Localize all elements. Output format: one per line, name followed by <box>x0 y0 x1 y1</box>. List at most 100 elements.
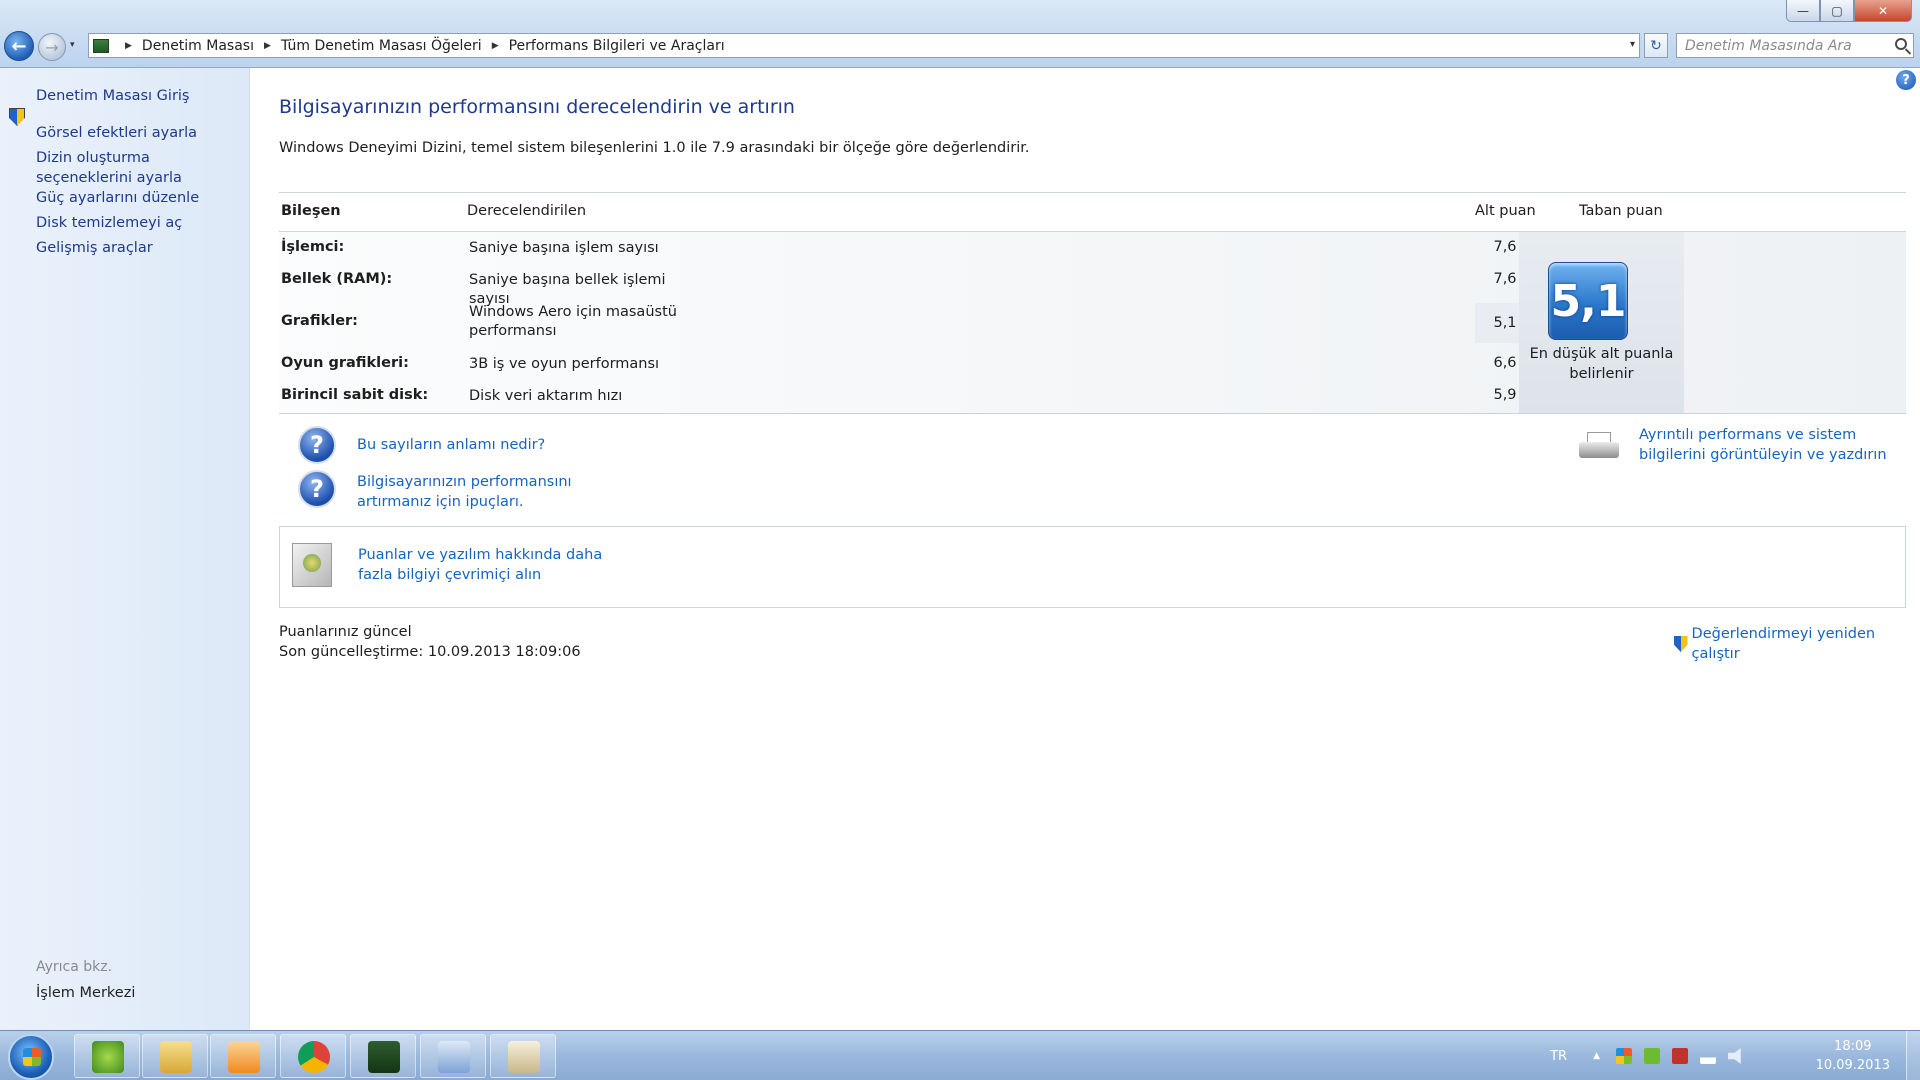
online-info-box: Puanlar ve yazılım hakkında daha fazla b… <box>279 526 1906 608</box>
search-input[interactable] <box>1677 34 1877 57</box>
breadcrumb-separator[interactable]: ▶ <box>264 41 271 51</box>
page-description: Windows Deneyimi Dizini, temel sistem bi… <box>279 140 1030 156</box>
media-player-icon <box>228 1041 260 1073</box>
utorrent-icon <box>92 1041 124 1073</box>
printer-body <box>1579 442 1619 458</box>
question-icon: ? <box>298 426 336 464</box>
breadcrumb-item-control-panel[interactable]: Denetim Masası <box>142 38 254 54</box>
search-icon[interactable] <box>1895 38 1907 50</box>
meaning-link[interactable]: Bu sayıların anlamı nedir? <box>357 435 545 455</box>
header-component: Bileşen <box>281 203 341 219</box>
close-button[interactable]: ✕ <box>1854 0 1912 22</box>
status-last-update: Son güncelleştirme: 10.09.2013 18:09:06 <box>279 644 581 660</box>
clock-date: 10.09.2013 <box>1815 1058 1890 1073</box>
minimize-button[interactable]: — <box>1786 0 1820 22</box>
show-desktop-button[interactable] <box>1906 1031 1920 1080</box>
row-component: İşlemci: <box>281 239 345 255</box>
row-rated: Windows Aero için masaüstü performansı <box>469 304 677 339</box>
tips-link[interactable]: Bilgisayarınızın performansını artırmanı… <box>357 472 647 512</box>
clock-time: 18:09 <box>1834 1039 1872 1054</box>
breadcrumb-separator[interactable]: ▶ <box>492 41 499 51</box>
volume-icon[interactable] <box>1728 1048 1741 1064</box>
status-current: Puanlarınız güncel <box>279 624 412 640</box>
search-box[interactable] <box>1676 33 1914 58</box>
address-dropdown-icon[interactable]: ▾ <box>1630 39 1635 50</box>
base-score-caption: En düşük alt puanla belirlenir <box>1529 346 1674 382</box>
sidebar-item-power[interactable]: Güç ayarlarını düzenle <box>36 188 246 208</box>
row-component: Birincil sabit disk: <box>281 387 429 403</box>
table-row: Birincil sabit disk: Disk veri aktarım h… <box>279 387 1519 417</box>
back-arrow-icon[interactable]: ← <box>4 31 34 61</box>
language-indicator[interactable]: TR <box>1550 1049 1567 1064</box>
monitor-app-icon <box>368 1041 400 1073</box>
shield-icon <box>1674 636 1688 652</box>
breadcrumb-separator[interactable]: ▶ <box>125 41 132 51</box>
sidebar-item-action-center[interactable]: İşlem Merkezi <box>36 983 246 1003</box>
tray-expand-icon[interactable]: ▲ <box>1593 1051 1600 1061</box>
explorer-folder-icon <box>160 1041 192 1073</box>
control-panel-icon <box>438 1041 470 1073</box>
taskbar-chrome[interactable] <box>280 1034 346 1078</box>
question-icon: ? <box>298 470 336 508</box>
breadcrumb[interactable]: ▶ Denetim Masası ▶ Tüm Denetim Masası Öğ… <box>88 33 1640 58</box>
paint-icon <box>508 1041 540 1073</box>
header-subscore: Alt puan <box>1475 203 1536 219</box>
rerun-assessment[interactable]: Değerlendirmeyi yeniden çalıştır <box>1674 624 1920 664</box>
maximize-button[interactable]: ▢ <box>1820 0 1854 22</box>
taskbar-explorer[interactable] <box>142 1034 208 1078</box>
row-component: Oyun grafikleri: <box>281 355 409 371</box>
row-component: Bellek (RAM): <box>281 271 393 287</box>
sidebar-item-visual-effects[interactable]: Görsel efektleri ayarla <box>36 123 246 143</box>
table-row: Oyun grafikleri: 3B iş ve oyun performan… <box>279 355 1519 385</box>
table-row: Grafikler: Windows Aero için masaüstü pe… <box>279 303 1535 343</box>
taskbar: TR ▲ 18:09 10.09.2013 <box>0 1030 1920 1080</box>
breadcrumb-item-performance[interactable]: Performans Bilgileri ve Araçları <box>509 38 725 54</box>
start-button[interactable] <box>8 1034 54 1080</box>
recent-pages-dropdown[interactable]: ▾ <box>70 40 75 50</box>
taskbar-media-player[interactable] <box>210 1034 276 1078</box>
network-icon[interactable] <box>1700 1048 1716 1064</box>
taskbar-control-panel[interactable] <box>420 1034 486 1078</box>
row-rated: Disk veri aktarım hızı <box>469 388 623 404</box>
left-pane: Denetim Masası Giriş Görsel efektleri ay… <box>0 68 250 1030</box>
page-title: Bilgisayarınızın performansını derecelen… <box>279 96 795 118</box>
clock[interactable]: 18:09 10.09.2013 <box>1816 1037 1890 1075</box>
control-panel-icon <box>93 38 109 53</box>
sidebar-item-advanced-tools[interactable]: Gelişmiş araçlar <box>36 238 246 258</box>
printer-icon <box>1579 432 1619 462</box>
header-rated: Derecelendirilen <box>467 203 587 219</box>
main-content: Bilgisayarınızın performansını derecelen… <box>250 68 1920 1030</box>
score-table: Bileşen Derecelendirilen Alt puan Taban … <box>279 192 1906 414</box>
software-box-icon <box>292 543 332 587</box>
rerun-assessment-link[interactable]: Değerlendirmeyi yeniden çalıştır <box>1692 624 1920 664</box>
taskbar-monitor-app[interactable] <box>350 1034 416 1078</box>
nvidia-icon[interactable] <box>1644 1048 1660 1064</box>
sidebar-item-home[interactable]: Denetim Masası Giriş <box>36 86 246 106</box>
shield-icon <box>9 108 25 126</box>
table-body: İşlemci: Saniye başına işlem sayısı 7,6 … <box>279 232 1906 414</box>
refresh-button[interactable]: ↻ <box>1644 33 1668 58</box>
taskbar-paint[interactable] <box>490 1034 556 1078</box>
row-component: Grafikler: <box>281 313 358 329</box>
row-rated: Saniye başına işlem sayısı <box>469 240 659 256</box>
row-rated: 3B iş ve oyun performansı <box>469 356 660 372</box>
base-score-badge: 5,1 <box>1548 262 1628 340</box>
see-also-heading: Ayrıca bkz. <box>36 959 113 975</box>
sidebar-item-indexing[interactable]: Dizin oluşturma seçeneklerini ayarla <box>36 148 246 188</box>
sidebar-item-disk-cleanup[interactable]: Disk temizlemeyi aç <box>36 213 246 233</box>
table-header: Bileşen Derecelendirilen Alt puan Taban … <box>279 192 1906 232</box>
windows-flag-icon[interactable] <box>1616 1048 1632 1064</box>
header-basescore: Taban puan <box>1579 203 1663 219</box>
breadcrumb-item-all-items[interactable]: Tüm Denetim Masası Öğeleri <box>281 38 482 54</box>
window-controls: — ▢ ✕ <box>1786 0 1912 22</box>
table-row: İşlemci: Saniye başına işlem sayısı 7,6 <box>279 239 1519 269</box>
details-print-link[interactable]: Ayrıntılı performans ve sistem bilgileri… <box>1639 425 1909 465</box>
action-center-flag-icon[interactable] <box>1672 1048 1688 1064</box>
window-chrome: — ▢ ✕ ← → ▾ ▶ Denetim Masası ▶ Tüm Denet… <box>0 0 1920 68</box>
system-tray: TR ▲ <box>1550 1031 1750 1080</box>
online-info-link[interactable]: Puanlar ve yazılım hakkında daha fazla b… <box>358 545 628 585</box>
forward-arrow-icon[interactable]: → <box>38 33 66 61</box>
table-row: Bellek (RAM): Saniye başına bellek işlem… <box>279 271 1519 307</box>
taskbar-utorrent[interactable] <box>74 1034 140 1078</box>
base-score-panel: 5,1 En düşük alt puanla belirlenir <box>1519 232 1684 413</box>
